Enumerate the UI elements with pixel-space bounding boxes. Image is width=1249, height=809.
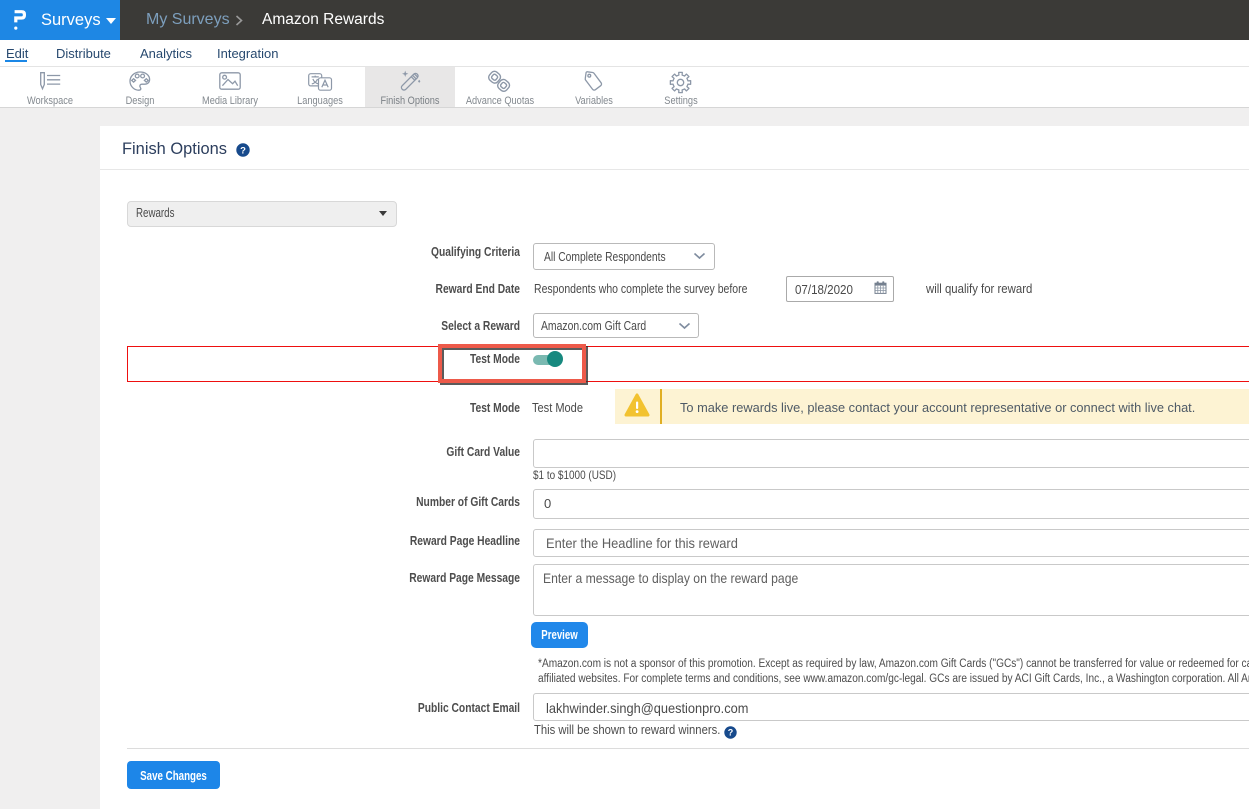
svg-text:?: ? (728, 728, 734, 738)
svg-text:?: ? (240, 145, 246, 156)
